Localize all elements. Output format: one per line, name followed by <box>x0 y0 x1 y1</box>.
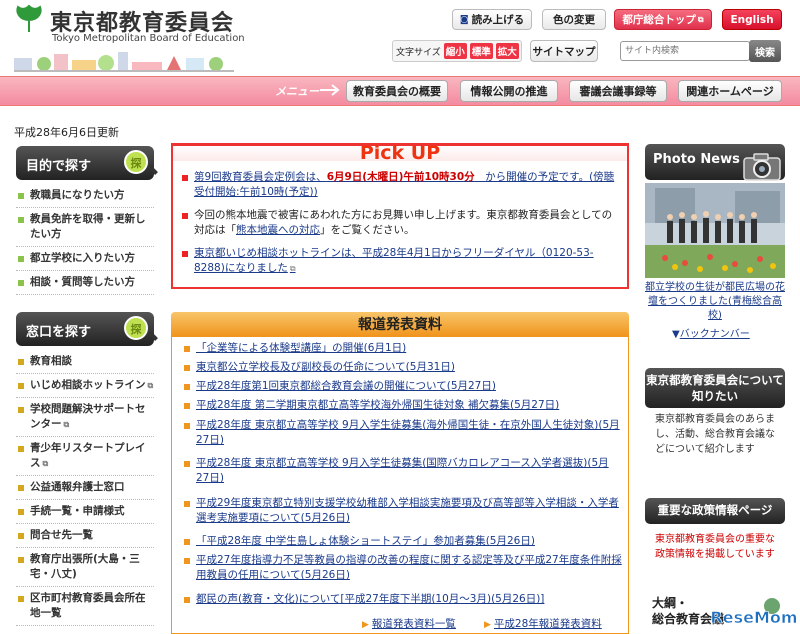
list-item[interactable]: 都立学校に入りたい方 <box>16 247 154 271</box>
purpose-section-header: 目的で探す 探 <box>16 146 158 180</box>
sitemap-button[interactable]: サイトマップ <box>530 40 598 62</box>
list-item[interactable]: 教職員になりたい方 <box>16 184 154 208</box>
list-item[interactable]: 教育庁出張所(大島・三宅・八丈) <box>16 548 154 587</box>
camera-icon <box>743 153 781 181</box>
list-item[interactable]: 手続一覧・申請様式 <box>16 500 154 524</box>
ginkgo-logo-icon[interactable] <box>14 4 44 34</box>
magnifier-handle-icon <box>148 165 158 175</box>
updated-date: 平成28年6月6日更新 <box>14 126 119 139</box>
counter-section-header: 窓口を探す 探 <box>16 312 158 346</box>
policy-header[interactable]: 重要な政策情報ページ <box>645 498 785 524</box>
list-item[interactable]: いじめ相談ホットライン ⧉ <box>16 374 154 398</box>
pickup-item-meeting[interactable]: 第9回教育委員会定例会は、6月9日(木曜日)午前10時30分 から開催の予定です… <box>180 170 620 200</box>
search-button[interactable]: 検索 <box>749 40 781 62</box>
color-change-button[interactable]: 色の変更 <box>542 9 606 30</box>
press-item[interactable]: 「平成28年度 中学生島しょ体験ショートステイ」参加者募集(5月26日) <box>182 534 622 549</box>
purpose-list: 教職員になりたい方 教員免許を取得・更新したい方 都立学校に入りたい方 相談・質… <box>16 184 154 295</box>
font-standard-button[interactable]: 標準 <box>469 43 493 59</box>
speaker-icon: ◙ <box>459 14 469 25</box>
watermark-text: ReseMom <box>710 608 797 627</box>
earthquake-link[interactable]: 熊本地震への対応 <box>236 224 320 236</box>
press-item[interactable]: 東京都公立学校長及び副校長の任命について(5月31日) <box>182 360 622 375</box>
external-link-icon: ⧉ <box>289 264 296 273</box>
pickup-item-earthquake: 今回の熊本地震で被害にあわれた方にお見舞い申し上げます。東京都教育委員会としての… <box>180 208 620 238</box>
about-text: 東京都教育委員会のあらまし、活動、総合教育会議などについて紹介します <box>655 414 775 455</box>
nav-item-overview[interactable]: 教育委員会の概要 <box>346 80 448 102</box>
counter-list: 教育相談 いじめ相談ホットライン ⧉ 学校問題解決サポートセンター ⧉ 青少年リスタ… <box>16 350 154 626</box>
pickup-item-hotline[interactable]: 東京都いじめ相談ホットラインは、平成28年4月1日からフリーダイヤル（0120-… <box>180 246 620 276</box>
nav-item-minutes[interactable]: 審議会議事録等 <box>569 80 667 102</box>
photo-news-image[interactable] <box>645 183 785 278</box>
search-input[interactable] <box>620 41 750 61</box>
pickup-title: Pick UP <box>359 142 441 164</box>
search-tab-icon: 探 <box>124 316 148 340</box>
press-item[interactable]: 平成29年度東京都立特別支援学校幼稚部入学相談実施要項及び高等部等入学相談・入学… <box>182 496 622 526</box>
press-title: 報道発表資料 <box>358 317 442 333</box>
nav-label: メニュー <box>275 85 319 98</box>
search-tab-icon: 探 <box>124 150 148 174</box>
list-item[interactable]: 相談・質問等したい方 <box>16 271 154 295</box>
press-item[interactable]: 平成28年度第1回東京都総合教育会議の開催について(5月27日) <box>182 379 622 394</box>
list-item[interactable]: 問合せ先一覧 <box>16 524 154 548</box>
about-header[interactable]: 東京都教育委員会について知りたい <box>645 368 785 408</box>
policy-text: 東京都教育委員会の重要な政策情報を掲載しています <box>655 534 775 560</box>
back-number-link[interactable]: ▼バックナンバー <box>672 325 750 340</box>
read-aloud-button[interactable]: ◙ 読み上げる <box>452 9 532 30</box>
font-large-button[interactable]: 拡大 <box>495 43 519 59</box>
skyline-illustration-icon <box>14 52 234 72</box>
triangle-right-icon: ▼ <box>672 329 680 340</box>
list-item[interactable]: 教育相談 <box>16 350 154 374</box>
font-size-control: 文字サイズ 縮小 標準 拡大 <box>392 40 522 62</box>
press-item[interactable]: 平成28年度 東京都立高等学校 9月入学生徒募集(国際バカロレアコース入学者選抜… <box>182 456 622 486</box>
nav-item-related[interactable]: 関連ホームページ <box>678 80 782 102</box>
list-item[interactable]: 学校問題解決サポートセンター ⧉ <box>16 398 154 437</box>
press-list-link[interactable]: 報道発表資料一覧 <box>362 616 456 631</box>
press-2016-link[interactable]: 平成28年報道発表資料 <box>484 616 602 631</box>
press-item[interactable]: 平成28年度 第二学期東京都立高等学校海外帰国生徒対象 補欠募集(5月27日) <box>182 398 622 413</box>
press-item[interactable]: 平成27年度指導力不足等教員の指導の改善の程度に関する認定等及び平成27年度条件… <box>182 553 622 583</box>
photo-news-caption[interactable]: 都立学校の生徒が都民広場の花壇をつくりました(青梅総合高校) <box>645 281 785 323</box>
gov-top-button[interactable]: 都庁総合トップ ⧉ <box>614 9 712 30</box>
font-small-button[interactable]: 縮小 <box>443 43 467 59</box>
arrow-right-icon <box>320 84 340 96</box>
press-item[interactable]: 平成28年度 東京都立高等学校 9月入学生徒募集(海外帰国生徒・在京外国人生徒対… <box>182 418 622 448</box>
external-link-icon: ⧉ <box>63 420 70 429</box>
external-link-icon: ⧉ <box>697 14 704 24</box>
press-item[interactable]: 都民の声(教育・文化)について[平成27年度下半期(10月～3月)(5月26日)… <box>182 592 622 607</box>
list-item[interactable]: 青少年リスタートプレイス ⧉ <box>16 437 154 476</box>
resemom-watermark-logo: ReseMom <box>710 598 798 627</box>
list-item[interactable]: 公益通報弁護士窓口 <box>16 476 154 500</box>
magnifier-handle-icon <box>148 331 158 341</box>
list-item[interactable]: 教員免許を取得・更新したい方 <box>16 208 154 247</box>
nav-item-disclosure[interactable]: 情報公開の推進 <box>460 80 558 102</box>
english-button[interactable]: English <box>722 9 782 30</box>
org-name-en: Tokyo Metropolitan Board of Education <box>52 33 245 44</box>
list-item[interactable]: 区市町村教育委員会所在地一覧 <box>16 587 154 626</box>
external-link-icon: ⧉ <box>147 381 154 390</box>
external-link-icon: ⧉ <box>42 459 49 468</box>
press-item[interactable]: 「企業等による体験型講座」の開催(6月1日) <box>182 341 622 356</box>
